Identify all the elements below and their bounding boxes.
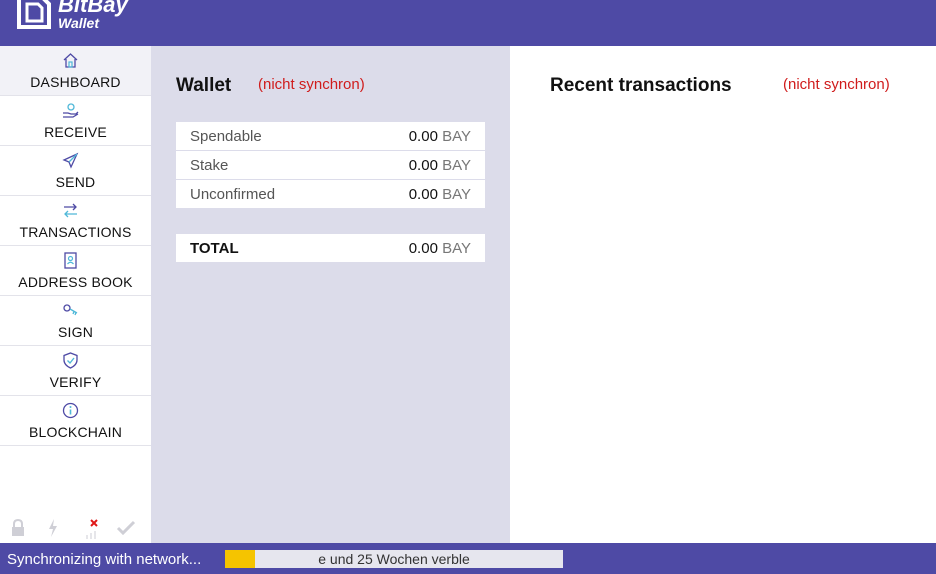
recent-sync-warning[interactable]: (nicht synchron) (783, 76, 890, 93)
nav-address-book[interactable]: ADDRESS BOOK (0, 246, 151, 296)
balance-label: Spendable (190, 128, 262, 145)
lightning-icon[interactable] (46, 518, 60, 538)
nav-label: RECEIVE (44, 124, 107, 140)
total-unit: BAY (442, 240, 471, 257)
shield-check-icon (63, 352, 78, 369)
wallet-sync-warning[interactable]: (nicht synchron) (258, 76, 365, 93)
balance-label: Stake (190, 157, 229, 174)
nav-label: TRANSACTIONS (19, 224, 132, 240)
nav-sign[interactable]: SIGN (0, 296, 151, 346)
sidebar: DASHBOARD RECEIVE SEND TRANSACTIONS ADDR… (0, 46, 151, 543)
nav-verify[interactable]: VERIFY (0, 346, 151, 396)
nav-label: SEND (55, 174, 96, 190)
balance-amount: 0.00 (408, 157, 438, 174)
home-icon (63, 53, 78, 68)
bitbay-logo-icon (17, 0, 51, 29)
swap-arrows-icon (64, 203, 77, 218)
balance-row-unconfirmed: Unconfirmed 0.00 BAY (176, 180, 485, 208)
sync-status-text: Synchronizing with network... (7, 551, 202, 568)
wallet-panel: Wallet (nicht synchron) Spendable 0.00 B… (151, 46, 510, 543)
nav-label: ADDRESS BOOK (18, 274, 133, 290)
balance-table: Spendable 0.00 BAY Stake 0.00 BAY Unconf… (176, 122, 485, 208)
balance-amount: 0.00 (408, 186, 438, 203)
nav-label: DASHBOARD (30, 74, 121, 90)
recent-title: Recent transactions (550, 75, 732, 96)
recent-transactions-panel: Recent transactions (nicht synchron) (510, 46, 936, 543)
nav-label: VERIFY (49, 374, 102, 390)
total-amount: 0.00 (408, 240, 438, 257)
app-header: BitBay Wallet (0, 0, 936, 46)
sync-progress-text: e und 25 Wochen verble (318, 551, 470, 567)
balance-unit: BAY (442, 186, 471, 203)
nav-blockchain[interactable]: BLOCKCHAIN (0, 396, 151, 446)
nav-dashboard[interactable]: DASHBOARD (0, 46, 151, 96)
balance-row-spendable: Spendable 0.00 BAY (176, 122, 485, 151)
status-icons (8, 518, 143, 540)
sync-progress-bar: e und 25 Wochen verble (225, 550, 563, 568)
info-circle-icon (62, 402, 79, 419)
balance-amount: 0.00 (408, 128, 438, 145)
network-error-icon[interactable] (84, 518, 100, 540)
status-bar: Synchronizing with network... e und 25 W… (0, 543, 936, 574)
balance-unit: BAY (442, 128, 471, 145)
lock-icon[interactable] (10, 518, 26, 538)
nav-transactions[interactable]: TRANSACTIONS (0, 196, 151, 246)
brand-subtitle: Wallet (58, 15, 99, 31)
balance-unit: BAY (442, 157, 471, 174)
checkmark-icon[interactable] (116, 518, 136, 538)
receive-hand-icon (63, 103, 79, 118)
nav-label: BLOCKCHAIN (28, 424, 123, 440)
paper-plane-icon (62, 152, 79, 169)
address-book-icon (64, 252, 77, 269)
nav-receive[interactable]: RECEIVE (0, 96, 151, 146)
nav-send[interactable]: SEND (0, 146, 151, 196)
balance-total: TOTAL 0.00 BAY (176, 234, 485, 262)
balance-label: Unconfirmed (190, 186, 276, 203)
nav-label: SIGN (57, 324, 94, 340)
key-icon (63, 304, 78, 316)
total-label: TOTAL (190, 240, 239, 257)
wallet-title: Wallet (176, 75, 232, 96)
balance-row-stake: Stake 0.00 BAY (176, 151, 485, 180)
